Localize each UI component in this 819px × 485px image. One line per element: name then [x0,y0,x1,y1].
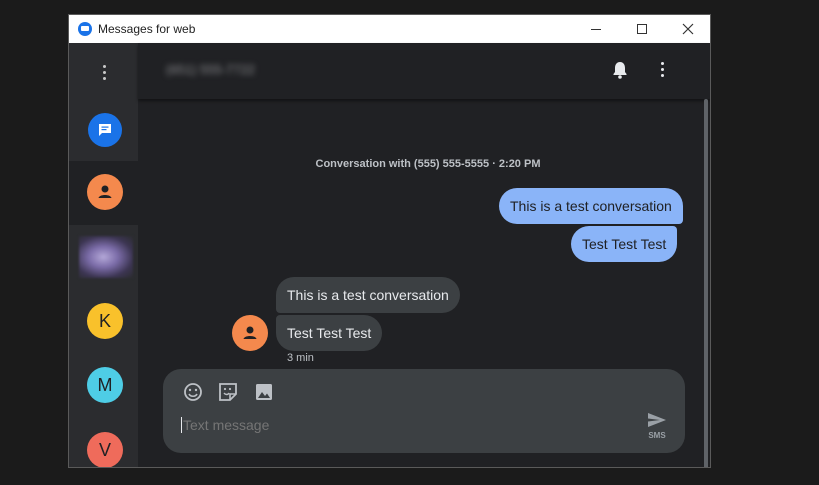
compose-bar: SMS [163,369,685,453]
sender-avatar [232,315,268,351]
maximize-icon [637,24,647,34]
scrollbar[interactable] [704,99,708,467]
more-vert-icon-dot [103,77,106,80]
sticker-button[interactable] [217,381,239,403]
notifications-button[interactable] [609,59,631,81]
conversation-start-label: Conversation with (555) 555-5555 · 2:20 … [315,158,541,170]
window-title: Messages for web [98,22,196,36]
contact-phone-number: (651) 555-7722 [166,62,255,77]
more-vert-icon-dot [661,74,664,77]
person-icon [98,185,112,198]
emoji-icon [184,383,202,401]
sticker-icon [219,383,237,401]
bell-icon [613,62,627,79]
person-icon [243,326,257,339]
title-bar: Messages for web [69,15,710,43]
outgoing-message[interactable]: Test Test Test [571,226,678,262]
avatar-initial: M [97,374,113,395]
send-icon [648,413,666,427]
avatar-initial: K [98,310,111,331]
conversation-avatar-5[interactable]: V [87,432,123,467]
conversation-options-button[interactable] [655,59,669,81]
minimize-icon [591,28,601,30]
more-vert-icon [103,65,106,68]
avatar-initial: V [98,439,111,460]
message-timestamp: 3 min [287,352,314,364]
conversation-pane: (651) 555-7722 Conversation with (555) 5… [138,43,710,467]
start-chat-button[interactable] [88,113,122,147]
send-sms-button[interactable]: SMS [645,411,669,443]
conversation-avatar-3[interactable]: K [87,303,123,339]
send-mode-label: SMS [648,431,666,440]
more-vert-icon-dot [103,71,106,74]
incoming-message[interactable]: Test Test Test [276,315,383,351]
conversation-avatar-4[interactable]: M [87,367,123,403]
conversation-avatar-2[interactable] [79,236,133,278]
message-input[interactable] [181,417,611,433]
close-icon [682,23,694,35]
rail-menu-button[interactable] [97,63,111,83]
outgoing-message[interactable]: This is a test conversation [499,188,683,224]
conversation-header: (651) 555-7722 [138,43,710,99]
app-window: Messages for web K M V (651) 555-7722 Co… [68,14,711,468]
conversation-rail: K M V [69,43,138,467]
incoming-message[interactable]: This is a test conversation [276,277,460,313]
chat-icon [99,124,111,136]
attach-image-button[interactable] [253,381,275,403]
emoji-button[interactable] [182,381,204,403]
image-icon [256,384,272,400]
minimize-button[interactable] [573,15,619,43]
maximize-button[interactable] [619,15,665,43]
close-button[interactable] [665,15,710,43]
conversation-avatar-1[interactable] [87,174,123,210]
more-vert-icon [661,62,664,65]
more-vert-icon-dot [661,68,664,71]
messages-app-icon [78,22,92,36]
